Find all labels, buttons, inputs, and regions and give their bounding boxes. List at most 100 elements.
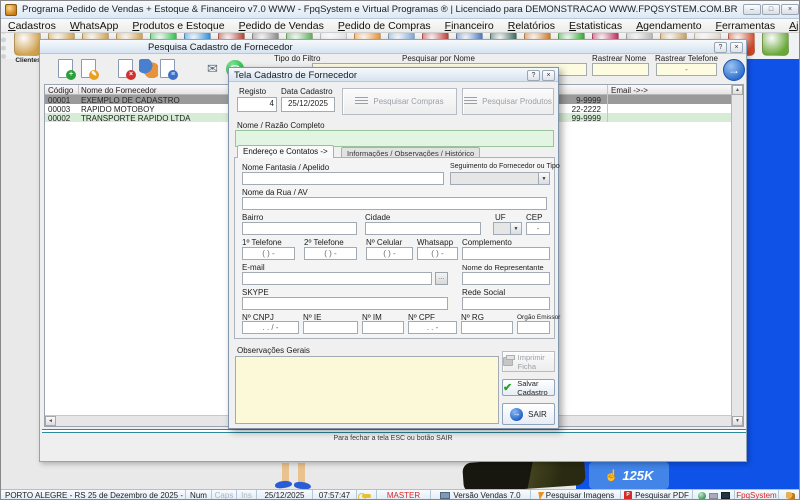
nome-fantasia-input[interactable] <box>242 172 444 185</box>
pesquisar-produtos-button[interactable]: Pesquisar Produtos <box>462 88 554 115</box>
celular-input[interactable]: ( ) - <box>366 247 413 260</box>
search-pdf-button[interactable]: P Pesquisar PDF <box>621 490 693 500</box>
add-record-icon[interactable]: + <box>58 59 73 78</box>
menu-item-pedido-de-compras[interactable]: Pedido de Compras <box>331 19 438 32</box>
mail-icon[interactable]: ✉ <box>207 61 218 77</box>
email-input[interactable] <box>242 272 432 285</box>
track-name-input[interactable] <box>592 63 649 76</box>
representante-input[interactable] <box>462 272 550 285</box>
monitor-icon[interactable] <box>721 492 730 499</box>
cnpj-input[interactable]: . . / - <box>242 321 299 334</box>
chevron-down-icon[interactable]: ▼ <box>538 173 549 184</box>
help-icon[interactable]: ? <box>714 42 727 53</box>
tel1-input[interactable]: ( ) - <box>242 247 295 260</box>
status-grip <box>779 490 800 500</box>
tab-endereco-contatos[interactable]: Endereço e Contatos -> <box>237 145 334 158</box>
chevron-down-icon[interactable]: ▼ <box>510 223 521 234</box>
scroll-left-icon[interactable]: ◄ <box>45 416 56 426</box>
data-cadastro-input[interactable]: 25/12/2025 <box>281 97 335 112</box>
globe-icon[interactable] <box>698 492 706 500</box>
track-phone-input[interactable]: - <box>656 63 717 76</box>
menu-item-pedido-de-vendas[interactable]: Pedido de Vendas <box>232 19 331 32</box>
clients-icon-wrap: Clientes <box>14 30 42 58</box>
clients-icon[interactable] <box>14 30 41 56</box>
search-images-label: Pesquisar Imagens <box>546 491 614 500</box>
print-list-icon[interactable]: ≡ <box>160 59 175 78</box>
check-icon: ✔ <box>503 381 512 394</box>
data-cadastro-label: Data Cadastro <box>281 87 333 96</box>
col-name-header[interactable]: Nome do Fornecedor <box>81 86 157 95</box>
skype-input[interactable] <box>242 297 448 310</box>
uf-select[interactable]: ▼ <box>493 222 522 235</box>
list-icon <box>464 97 477 106</box>
col-code-header[interactable]: Código <box>48 86 73 95</box>
imprimir-ficha-button[interactable]: Imprimir Ficha <box>502 351 555 372</box>
close-icon[interactable]: × <box>542 70 555 81</box>
printer-icon[interactable] <box>709 493 718 499</box>
menu-item-agendamento[interactable]: Agendamento <box>629 19 708 32</box>
modal-title: Tela Cadastro de Fornecedor <box>234 70 357 81</box>
app-titlebar: Programa Pedido de Vendas + Estoque & Fi… <box>1 1 800 19</box>
seguimento-label: Seguimento do Fornecedor ou Tipo <box>450 163 560 170</box>
menu-item-whatsapp[interactable]: WhatsApp <box>63 19 125 32</box>
thumbs-up-icon: ☝ <box>605 469 619 482</box>
bairro-input[interactable] <box>242 222 357 235</box>
rede-social-label: Rede Social <box>462 288 505 297</box>
cep-input[interactable]: - <box>526 222 550 235</box>
menu-item-ajuda-e-suporte[interactable]: Ajuda e Suporte <box>782 19 800 32</box>
salvar-cadastro-label: Salvar Cadastro <box>517 379 554 397</box>
observacoes-label: Observações Gerais <box>237 346 310 355</box>
go-search-button[interactable]: → <box>723 59 745 81</box>
orgao-emissor-input[interactable] <box>517 321 550 334</box>
restore-button[interactable]: □ <box>762 4 780 15</box>
status-key <box>357 490 377 500</box>
teal-divider <box>42 429 746 433</box>
email-label: E-mail <box>242 263 265 272</box>
seguimento-select[interactable]: ▼ <box>450 172 550 185</box>
pdf-icon: P <box>624 491 632 500</box>
minimize-button[interactable]: – <box>743 4 761 15</box>
close-icon[interactable]: × <box>730 42 743 53</box>
menu-item-produtos-e-estoque[interactable]: Produtos e Estoque <box>125 19 231 32</box>
whatsapp-input[interactable]: ( ) - <box>417 247 458 260</box>
ie-input[interactable] <box>303 321 358 334</box>
col-email-header[interactable]: Email ->-> <box>611 86 648 95</box>
pesquisar-compras-button[interactable]: Pesquisar Compras <box>342 88 457 115</box>
cidade-input[interactable] <box>365 222 481 235</box>
help-icon[interactable]: ? <box>527 70 540 81</box>
menu-bar: CadastrosWhatsAppProdutos e EstoquePedid… <box>1 19 800 33</box>
menu-item-cadastros[interactable]: Cadastros <box>1 19 63 32</box>
search-window-titlebar: Pesquisa Cadastro de Fornecedor ? × <box>40 40 746 54</box>
complemento-input[interactable] <box>462 247 550 260</box>
scroll-up-icon[interactable]: ▲ <box>732 85 743 95</box>
registro-label: Registo <box>239 87 266 96</box>
rede-social-input[interactable] <box>462 297 550 310</box>
sair-button[interactable]: → SAIR <box>502 403 555 425</box>
modal-titlebar: Tela Cadastro de Fornecedor ? × <box>229 68 558 82</box>
search-images-button[interactable]: Pesquisar Imagens <box>531 490 621 500</box>
rg-input[interactable] <box>461 321 513 334</box>
menu-item-relat-rios[interactable]: Relatórios <box>501 19 562 32</box>
contacts-icon[interactable] <box>139 59 158 78</box>
status-user: MASTER <box>377 490 431 500</box>
email-more-button[interactable]: ... <box>435 272 448 285</box>
menu-item-ferramentas[interactable]: Ferramentas <box>709 19 783 32</box>
menu-item-financeiro[interactable]: Financeiro <box>438 19 501 32</box>
search-by-name-label: Pesquisar por Nome <box>402 54 475 63</box>
scroll-down-icon[interactable]: ▼ <box>732 416 743 426</box>
im-input[interactable] <box>362 321 404 334</box>
rua-input[interactable] <box>242 197 547 210</box>
cpf-input[interactable]: . . - <box>408 321 457 334</box>
salvar-cadastro-button[interactable]: ✔ Salvar Cadastro <box>502 379 555 396</box>
observacoes-textarea[interactable] <box>235 356 499 424</box>
track-name-label: Rastrear Nome <box>592 54 646 63</box>
tel2-input[interactable]: ( ) - <box>304 247 357 260</box>
edit-record-icon[interactable]: ✎ <box>81 59 96 78</box>
menu-item-estatisticas[interactable]: Estatisticas <box>562 19 629 32</box>
rua-label: Nome da Rua / AV <box>242 188 308 197</box>
vertical-scrollbar[interactable]: ▲ ▼ <box>731 85 743 426</box>
registro-input[interactable]: 4 <box>237 97 277 112</box>
delete-record-icon[interactable]: × <box>118 59 133 78</box>
close-button[interactable]: × <box>781 4 799 15</box>
tools-icon[interactable] <box>762 30 789 56</box>
